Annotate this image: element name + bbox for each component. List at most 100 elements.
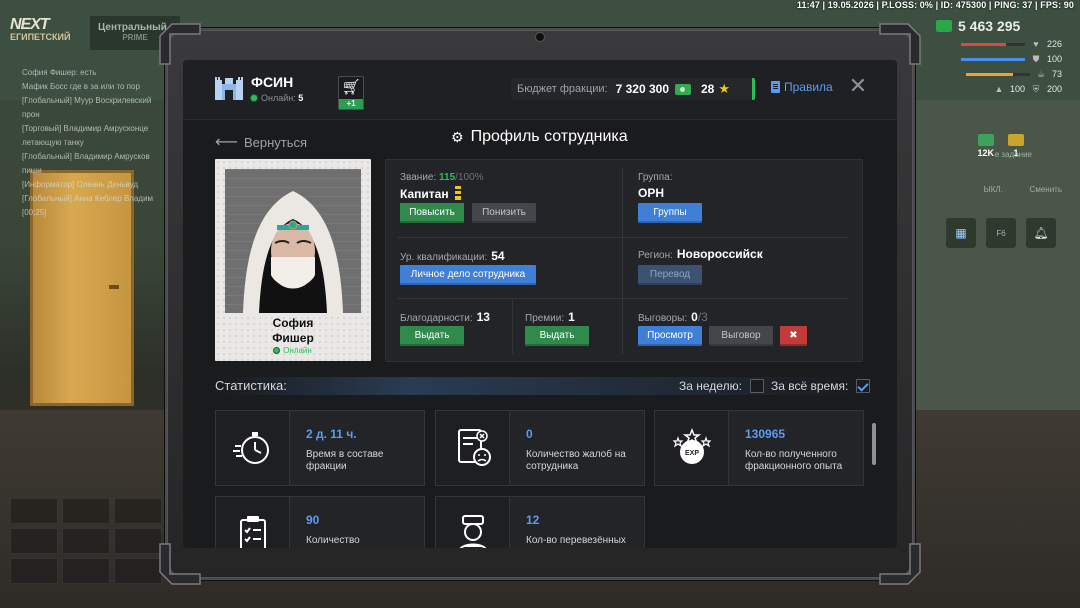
chat-line: [00:25] xyxy=(22,208,47,217)
shop-cart-button[interactable]: 🛒︎ +1 xyxy=(338,76,364,110)
give-thanks-button[interactable]: Выдать xyxy=(400,326,464,346)
reprimand-value: 0 xyxy=(691,310,698,324)
logo-subtitle: ЕГИПЕТСКИЙ xyxy=(10,32,71,42)
back-button[interactable]: ⟵ Вернуться xyxy=(215,132,307,152)
personal-file-button[interactable]: Личное дело сотрудника xyxy=(400,265,536,285)
region-row: Регион: Новороссийск xyxy=(638,247,763,261)
chat-line: [Информатор] Олеань Деньвуд xyxy=(22,180,138,189)
stat-card: EXP 130965 Кол-во полученного фракционно… xyxy=(654,410,864,486)
page-title-text: Профиль сотрудника xyxy=(470,128,628,145)
side-icons: ▦ F6 🔔︎ xyxy=(946,218,1056,248)
scrollbar-thumb[interactable] xyxy=(872,423,876,465)
faction-name: ФСИН xyxy=(251,74,294,90)
game-logo: NEXT ЕГИПЕТСКИЙ xyxy=(10,16,90,54)
heart-icon: ♥ xyxy=(1033,39,1039,49)
rank-row: Звание: 115/100% xyxy=(400,172,484,183)
week-checkbox[interactable] xyxy=(749,379,764,393)
stat-description: Количество жалоб на сотрудника xyxy=(526,449,626,472)
stats-header-bar xyxy=(215,377,865,395)
online-dot-icon xyxy=(274,348,280,353)
hotkey-slot xyxy=(10,558,58,584)
gold-ticket-icon xyxy=(1008,134,1024,146)
group-label: Группа: xyxy=(638,172,673,183)
rules-label: Правила xyxy=(784,80,833,94)
week-filter[interactable]: За неделю: xyxy=(679,379,764,393)
chat-line: [Торговый] Владимир Амрусконце xyxy=(22,124,149,133)
all-time-filter[interactable]: За всё время: xyxy=(771,379,871,393)
thanks-row: Благодарности: 13 xyxy=(400,310,490,324)
armor-value: 100 xyxy=(1046,54,1062,64)
tablet-screen: ФСИН Онлайн: 5 🛒︎ +1 Бюджет фракции: 7 3… xyxy=(183,60,897,548)
armor-row: ⛊ 100 xyxy=(936,54,1062,64)
region-value: Новороссийск xyxy=(676,247,763,261)
chat-line: прон xyxy=(22,110,40,119)
demote-button[interactable]: Понизить xyxy=(472,203,536,223)
stat-card: 2 д. 11 ч. Время в составе фракции xyxy=(215,410,425,486)
chat-line: [Глобальный] Владимир Амрусков xyxy=(22,152,150,161)
shield-value: 200 xyxy=(1046,84,1062,94)
rank-label: Звание: xyxy=(400,172,437,183)
calendar-icon[interactable]: ▦ xyxy=(946,218,976,248)
employee-status-text: Онлайн xyxy=(283,346,312,355)
clipboard-icon xyxy=(216,497,290,548)
svg-text:EXP: EXP xyxy=(685,450,699,457)
give-reprimand-button[interactable]: Выговор xyxy=(709,326,773,346)
chat-line: пиши xyxy=(22,166,42,175)
fire-employee-button[interactable]: ✖ xyxy=(780,326,807,346)
reprimand-label: Выговоры: xyxy=(638,313,688,324)
rank-max: /100% xyxy=(455,172,484,183)
extra-row: ▲ 100 ⛨ 200 xyxy=(936,84,1062,94)
swap-hint: ЫКЛ. Сменить xyxy=(984,185,1062,194)
stat-value: 90 xyxy=(306,513,320,527)
cash-stack-icon xyxy=(977,134,994,146)
stat-description: Время в составе фракции xyxy=(306,449,384,472)
corner-guard xyxy=(158,542,202,586)
hotkey-slot xyxy=(62,528,110,554)
budget-label: Бюджет фракции: xyxy=(517,83,608,95)
avatar xyxy=(243,191,343,313)
all-time-checkbox[interactable] xyxy=(856,379,871,393)
stat-description: Кол-во перевезённых xyxy=(526,535,626,546)
faction-budget: Бюджет фракции: 7 320 300 28 ★ xyxy=(511,78,755,100)
employee-first-name: София xyxy=(272,316,314,330)
stat-card: 0 Количество жалоб на сотрудника xyxy=(435,410,645,486)
transfer-button[interactable]: Перевод xyxy=(638,265,702,285)
hotkey-slot xyxy=(114,498,162,524)
shield-icon: ⛨ xyxy=(1032,84,1040,94)
rules-link[interactable]: Правила xyxy=(771,80,833,94)
employee-name: София Фишер xyxy=(215,316,371,346)
close-button[interactable]: ✕ xyxy=(847,73,869,98)
stars-value: 28 xyxy=(701,82,715,96)
back-label: Вернуться xyxy=(243,134,308,150)
mini-cash-a: 12K xyxy=(977,148,994,158)
divider xyxy=(398,298,848,299)
star-icon: ★ xyxy=(718,81,731,96)
qualification-label: Ур. квалификации: xyxy=(400,252,488,263)
food-value: 73 xyxy=(1051,69,1062,79)
thanks-value: 13 xyxy=(476,310,490,324)
divider xyxy=(512,300,513,354)
chat-line: Мафик Босс где в за или то пор xyxy=(22,82,140,91)
swap-right: Сменить xyxy=(1029,185,1062,194)
view-reprimands-button[interactable]: Просмотр xyxy=(638,326,702,346)
armor-icon: ⛊ xyxy=(1032,54,1040,64)
close-icon: ✕ xyxy=(848,73,868,98)
promote-button[interactable]: Повысить xyxy=(400,203,464,223)
groups-button[interactable]: Группы xyxy=(638,203,702,223)
bonus-row: Премии: 1 xyxy=(525,310,575,324)
rank-name-row: Капитан xyxy=(400,186,461,201)
bell-icon[interactable]: 🔔︎ xyxy=(1026,218,1056,248)
give-bonus-button[interactable]: Выдать xyxy=(525,326,589,346)
cash-icon xyxy=(675,83,691,95)
budget-value: 7 320 300 xyxy=(615,82,669,96)
stat-card: 90 Количество xyxy=(215,496,425,548)
employee-photo-card: София Фишер Онлайн xyxy=(215,159,371,361)
week-label: За неделю: xyxy=(679,379,742,393)
f6-icon[interactable]: F6 xyxy=(986,218,1016,248)
player-hud: 5 463 295 ♥ 226 ⛊ 100 ☕ 73 ▲ 100 ⛨ 200 xyxy=(936,18,1062,94)
stats-label: Статистика: xyxy=(215,378,287,393)
stat-description: Количество xyxy=(306,535,360,546)
employee-info-panel: Звание: 115/100% Капитан Повысить Понизи… xyxy=(385,159,863,362)
rank-current: 115 xyxy=(439,172,456,183)
rank-stripes-icon xyxy=(454,186,461,200)
